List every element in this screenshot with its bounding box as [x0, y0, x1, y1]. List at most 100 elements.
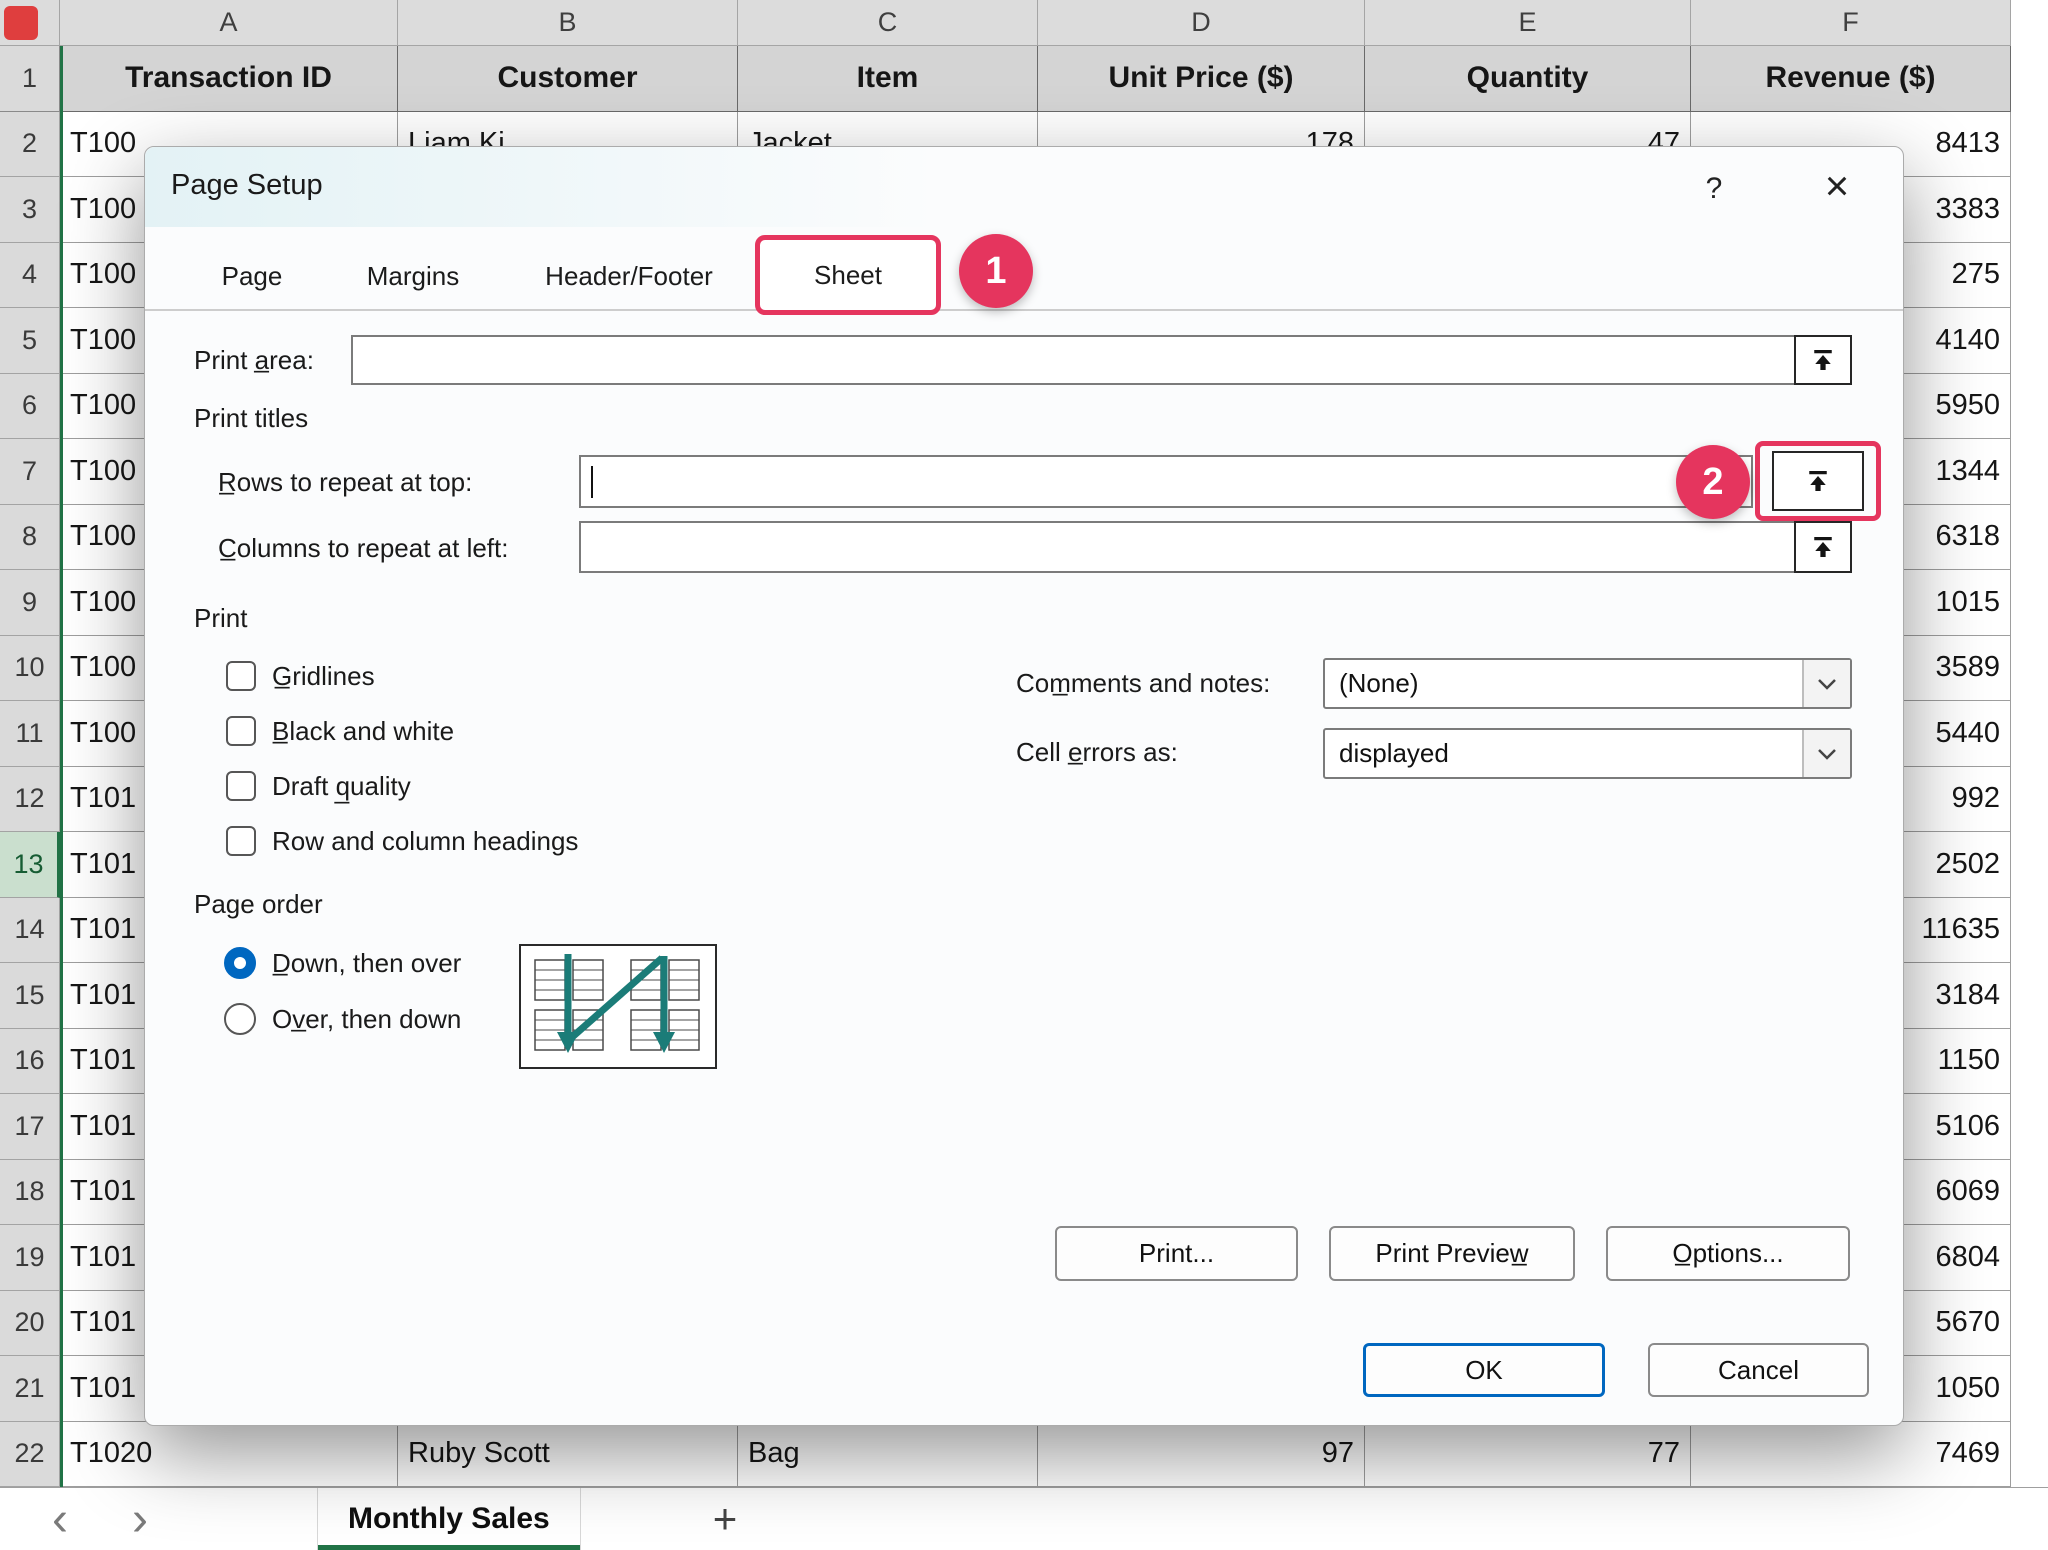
column-header-f[interactable]: F: [1691, 0, 2011, 46]
down-then-over-radio[interactable]: [224, 947, 256, 979]
header-cell[interactable]: Revenue ($): [1691, 46, 2011, 112]
cell[interactable]: 97: [1038, 1422, 1365, 1488]
row-number[interactable]: 2: [0, 112, 60, 178]
chevron-down-icon: [1817, 748, 1837, 760]
cell-errors-dropdown[interactable]: displayed: [1323, 728, 1852, 779]
cols-collapse-button[interactable]: [1794, 521, 1852, 573]
tab-page[interactable]: Page: [194, 241, 310, 311]
collapse-dialog-icon: [1803, 466, 1833, 496]
over-then-down-radio[interactable]: [224, 1003, 256, 1035]
cancel-button[interactable]: Cancel: [1648, 1343, 1869, 1397]
page-setup-dialog: Page Setup ? × Page Margins Header/Foote…: [144, 146, 1904, 1426]
row-number[interactable]: 8: [0, 505, 60, 571]
cols-repeat-label: C̲olumns to repeat at left:: [218, 533, 508, 564]
dialog-title: Page Setup: [171, 169, 323, 202]
cell[interactable]: 77: [1365, 1422, 1691, 1488]
sheet-nav-prev-icon[interactable]: ‹: [30, 1488, 90, 1550]
print-titles-label: Print titles: [194, 403, 308, 434]
sheet-tab-monthly-sales[interactable]: Monthly Sales: [317, 1488, 581, 1550]
cols-repeat-input[interactable]: [581, 523, 1796, 571]
row-number[interactable]: 22: [0, 1422, 60, 1488]
cell[interactable]: 7469: [1691, 1422, 2011, 1488]
draft-quality-label: Draft q̲uality: [272, 771, 411, 802]
dropdown-button[interactable]: [1802, 730, 1850, 777]
row-number[interactable]: 4: [0, 243, 60, 309]
row-number[interactable]: 11: [0, 701, 60, 767]
page-order-icon: [521, 946, 715, 1067]
print-button[interactable]: Print...: [1055, 1226, 1298, 1281]
gridlines-checkbox-row[interactable]: G̲ridlines: [226, 658, 375, 694]
add-sheet-button[interactable]: +: [690, 1488, 760, 1550]
row-number[interactable]: 3: [0, 177, 60, 243]
row-number[interactable]: 6: [0, 374, 60, 440]
comments-dropdown[interactable]: (None): [1323, 658, 1852, 709]
cell-errors-dropdown-value: displayed: [1325, 730, 1802, 777]
row-number[interactable]: 1: [0, 46, 60, 112]
help-button[interactable]: ?: [1689, 167, 1739, 211]
tab-sheet[interactable]: Sheet: [755, 235, 941, 315]
row-number[interactable]: 18: [0, 1160, 60, 1226]
comments-and-notes-label: Com̲ments and notes:: [1016, 668, 1270, 699]
row-column-headings-checkbox[interactable]: [226, 826, 256, 856]
cell[interactable]: Ruby Scott: [398, 1422, 738, 1488]
row-number[interactable]: 19: [0, 1225, 60, 1291]
row-number[interactable]: 17: [0, 1094, 60, 1160]
row-number[interactable]: 16: [0, 1029, 60, 1095]
row-number[interactable]: 12: [0, 767, 60, 833]
row-number[interactable]: 20: [0, 1291, 60, 1357]
over-then-down-label: Ov̲er, then down: [272, 1004, 461, 1035]
row-number[interactable]: 5: [0, 308, 60, 374]
column-header-c[interactable]: C: [738, 0, 1038, 46]
print-area-collapse-button[interactable]: [1794, 335, 1852, 385]
step-2-badge: 2: [1676, 445, 1750, 519]
print-area-field-group: [351, 335, 1852, 385]
row-number[interactable]: 13: [0, 832, 60, 898]
black-and-white-checkbox-row[interactable]: B̲lack and white: [226, 713, 454, 749]
draft-quality-checkbox-row[interactable]: Draft q̲uality: [226, 768, 411, 804]
column-header-a[interactable]: A: [60, 0, 398, 46]
text-caret: [591, 466, 593, 498]
header-cell[interactable]: Transaction ID: [60, 46, 398, 112]
comments-dropdown-value: (None): [1325, 660, 1802, 707]
ok-button[interactable]: OK: [1363, 1343, 1605, 1397]
header-cell[interactable]: Unit Price ($): [1038, 46, 1365, 112]
cell[interactable]: T1020: [60, 1422, 398, 1488]
sheet-tab-label: Monthly Sales: [348, 1502, 550, 1536]
cell[interactable]: Bag: [738, 1422, 1038, 1488]
tab-margins[interactable]: Margins: [347, 241, 479, 311]
print-area-input[interactable]: [353, 337, 1796, 383]
black-and-white-checkbox[interactable]: [226, 716, 256, 746]
header-cell[interactable]: Item: [738, 46, 1038, 112]
header-cell[interactable]: Customer: [398, 46, 738, 112]
row-number[interactable]: 9: [0, 570, 60, 636]
row-number[interactable]: 14: [0, 898, 60, 964]
column-header-strip: A B C D E F: [0, 0, 2011, 46]
chevron-down-icon: [1817, 678, 1837, 690]
gridlines-checkbox[interactable]: [226, 661, 256, 691]
close-icon[interactable]: ×: [1807, 161, 1867, 211]
column-header-d[interactable]: D: [1038, 0, 1365, 46]
column-header-b[interactable]: B: [398, 0, 738, 46]
row-number[interactable]: 7: [0, 439, 60, 505]
collapse-dialog-icon: [1808, 345, 1838, 375]
draft-quality-checkbox[interactable]: [226, 771, 256, 801]
black-and-white-label: B̲lack and white: [272, 716, 454, 747]
rows-collapse-button[interactable]: [1772, 451, 1864, 511]
row-number[interactable]: 15: [0, 963, 60, 1029]
row-column-headings-checkbox-row[interactable]: Row and column headings: [226, 823, 578, 859]
rows-repeat-input[interactable]: [581, 457, 1751, 506]
down-then-over-radio-row[interactable]: D̲own, then over: [224, 945, 461, 981]
print-preview-button[interactable]: Print Preview̲: [1329, 1226, 1575, 1281]
sheet-nav-next-icon[interactable]: ›: [110, 1488, 170, 1550]
dropdown-button[interactable]: [1802, 660, 1850, 707]
header-cell[interactable]: Quantity: [1365, 46, 1691, 112]
column-header-e[interactable]: E: [1365, 0, 1691, 46]
over-then-down-radio-row[interactable]: Ov̲er, then down: [224, 1001, 461, 1037]
page-order-preview: [519, 944, 717, 1069]
table-header-row: 1Transaction IDCustomerItemUnit Price ($…: [0, 46, 2011, 112]
excel-window: A B C D E F 1Transaction IDCustomerItemU…: [0, 0, 2048, 1550]
tab-header-footer[interactable]: Header/Footer: [527, 241, 731, 311]
row-number[interactable]: 10: [0, 636, 60, 702]
options-button[interactable]: O̲ptions...: [1606, 1226, 1850, 1281]
row-number[interactable]: 21: [0, 1356, 60, 1422]
